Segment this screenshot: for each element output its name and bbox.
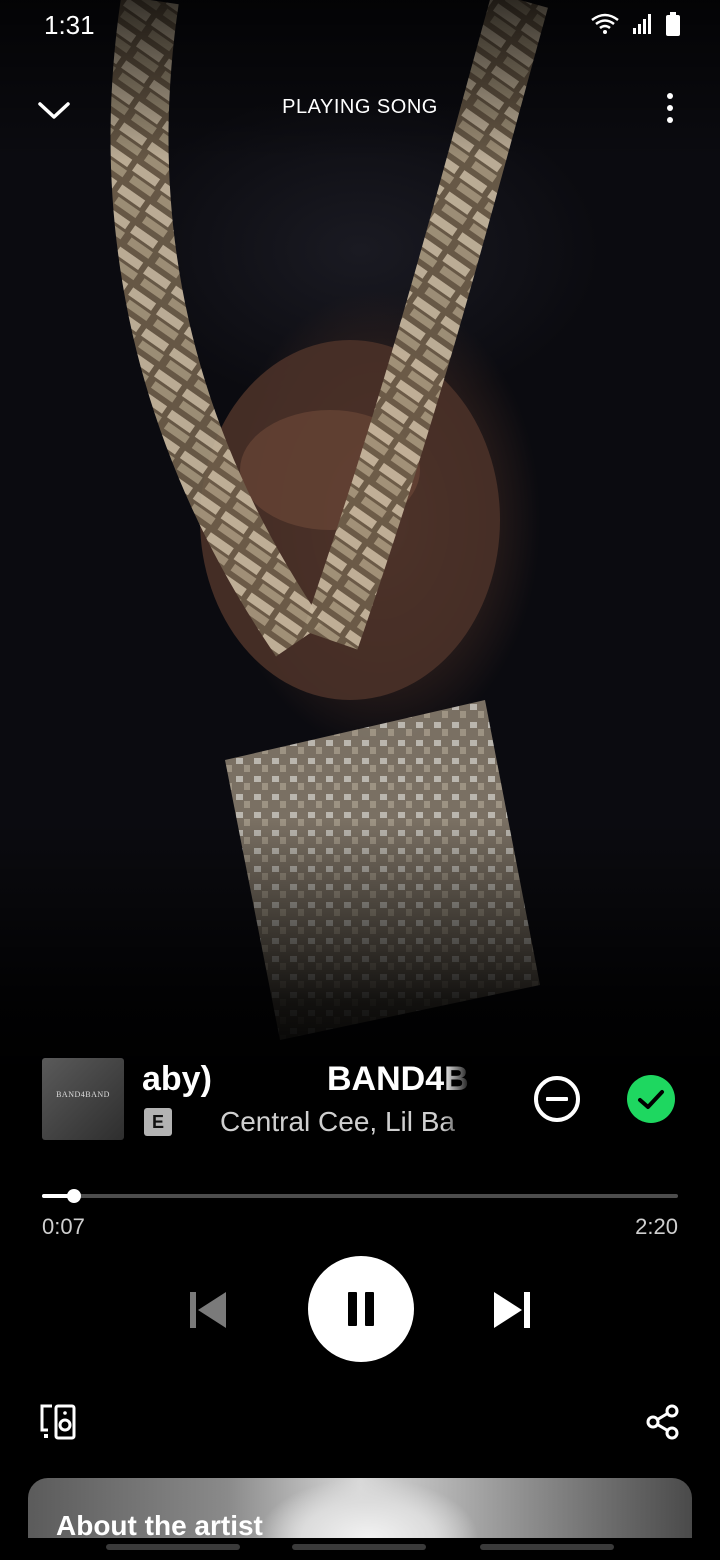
more-options-icon[interactable] (660, 90, 680, 130)
skip-next-icon[interactable] (490, 1288, 534, 1332)
saved-check-icon[interactable] (626, 1074, 676, 1124)
remove-circle-icon[interactable] (532, 1074, 582, 1124)
status-icons (590, 12, 680, 36)
track-marquee[interactable]: aby) BAND4B E Central Cee, Lil Ba (142, 1058, 472, 1142)
signal-icon (633, 14, 651, 34)
about-artist-card[interactable]: About the artist (28, 1478, 692, 1538)
share-icon[interactable] (646, 1404, 680, 1440)
seek-track (42, 1194, 678, 1198)
track-info: BAND4BAND aby) BAND4B E Central Cee, Lil… (42, 1058, 682, 1142)
album-art-thumbnail[interactable]: BAND4BAND (42, 1058, 124, 1140)
pause-icon-bar (365, 1292, 374, 1326)
canvas-video-artwork (0, 0, 720, 1080)
nav-recents-button[interactable] (106, 1544, 240, 1550)
playback-controls (0, 1256, 720, 1364)
artist-photo (238, 1478, 498, 1538)
pause-icon (348, 1292, 357, 1326)
page-title: PLAYING SONG (282, 96, 438, 118)
elapsed-time: 0:07 (42, 1214, 85, 1239)
about-artist-heading: About the artist (56, 1510, 263, 1538)
wifi-icon (591, 13, 619, 34)
song-title-part-a: aby) (142, 1060, 212, 1098)
player-top-bar: PLAYING SONG (0, 80, 720, 136)
total-time: 2:20 (635, 1214, 678, 1239)
seek-bar[interactable] (42, 1188, 678, 1204)
nav-home-button[interactable] (292, 1544, 426, 1550)
connect-device-icon[interactable] (38, 1402, 78, 1442)
pause-button[interactable] (308, 1256, 414, 1362)
nav-back-button[interactable] (480, 1544, 614, 1550)
explicit-badge: E (144, 1108, 172, 1136)
battery-icon (666, 12, 680, 36)
status-bar: 1:31 (0, 0, 720, 52)
status-time: 1:31 (44, 10, 95, 40)
seek-handle[interactable] (67, 1189, 81, 1203)
album-art-text: BAND4BAND (56, 1090, 110, 1099)
skip-previous-icon[interactable] (186, 1288, 230, 1332)
artist-names[interactable]: Central Cee, Lil Ba (220, 1106, 455, 1138)
